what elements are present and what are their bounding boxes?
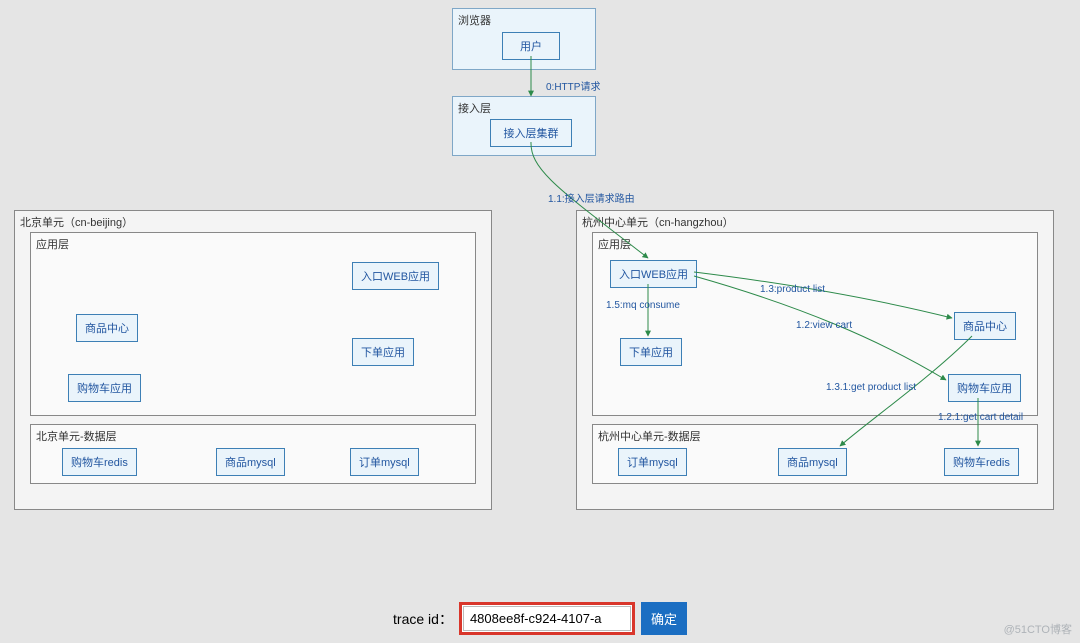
edge-131-label: 1.3.1:get product list	[826, 382, 916, 393]
diagram-canvas: 浏览器 用户 接入层 接入层集群 北京单元（cn-beijing） 应用层 北京…	[0, 0, 1080, 570]
node-hz-order-mysql[interactable]: 订单mysql	[618, 448, 687, 476]
watermark: @51CTO博客	[1004, 621, 1072, 637]
group-beijing-label: 北京单元（cn-beijing）	[20, 214, 133, 230]
edge-11-label: 1.1:接入层请求路由	[548, 190, 635, 205]
group-beijing-data-label: 北京单元-数据层	[36, 428, 117, 444]
node-hz-product[interactable]: 商品中心	[954, 312, 1016, 340]
node-hz-cart-redis[interactable]: 购物车redis	[944, 448, 1019, 476]
footer-bar: trace id： 确定	[0, 602, 1080, 635]
node-bj-web[interactable]: 入口WEB应用	[352, 262, 439, 290]
node-bj-order[interactable]: 下单应用	[352, 338, 414, 366]
group-hangzhou-data-label: 杭州中心单元-数据层	[598, 428, 701, 444]
edge-121-label: 1.2.1:get cart detail	[938, 412, 1023, 423]
group-hangzhou-label: 杭州中心单元（cn-hangzhou）	[582, 214, 734, 230]
node-access-cluster[interactable]: 接入层集群	[490, 119, 572, 147]
trace-id-input-highlight	[459, 602, 635, 635]
group-beijing-app-label: 应用层	[36, 236, 69, 252]
confirm-button[interactable]: 确定	[641, 602, 687, 635]
group-hangzhou-app-label: 应用层	[598, 236, 631, 252]
node-bj-product[interactable]: 商品中心	[76, 314, 138, 342]
trace-id-input[interactable]	[463, 606, 631, 631]
edge-0-label: 0:HTTP请求	[546, 78, 600, 93]
node-hz-web[interactable]: 入口WEB应用	[610, 260, 697, 288]
trace-id-label: trace id：	[393, 609, 453, 629]
node-bj-cart[interactable]: 购物车应用	[68, 374, 141, 402]
group-browser-label: 浏览器	[458, 12, 491, 28]
edge-13-label: 1.3:product list	[760, 284, 825, 295]
group-access-label: 接入层	[458, 100, 491, 116]
node-bj-product-mysql[interactable]: 商品mysql	[216, 448, 285, 476]
node-hz-product-mysql[interactable]: 商品mysql	[778, 448, 847, 476]
edge-12-label: 1.2:view cart	[796, 320, 852, 331]
node-bj-cart-redis[interactable]: 购物车redis	[62, 448, 137, 476]
node-bj-order-mysql[interactable]: 订单mysql	[350, 448, 419, 476]
node-hz-cart[interactable]: 购物车应用	[948, 374, 1021, 402]
edge-15-label: 1.5:mq consume	[606, 300, 680, 311]
node-hz-order[interactable]: 下单应用	[620, 338, 682, 366]
node-user[interactable]: 用户	[502, 32, 560, 60]
